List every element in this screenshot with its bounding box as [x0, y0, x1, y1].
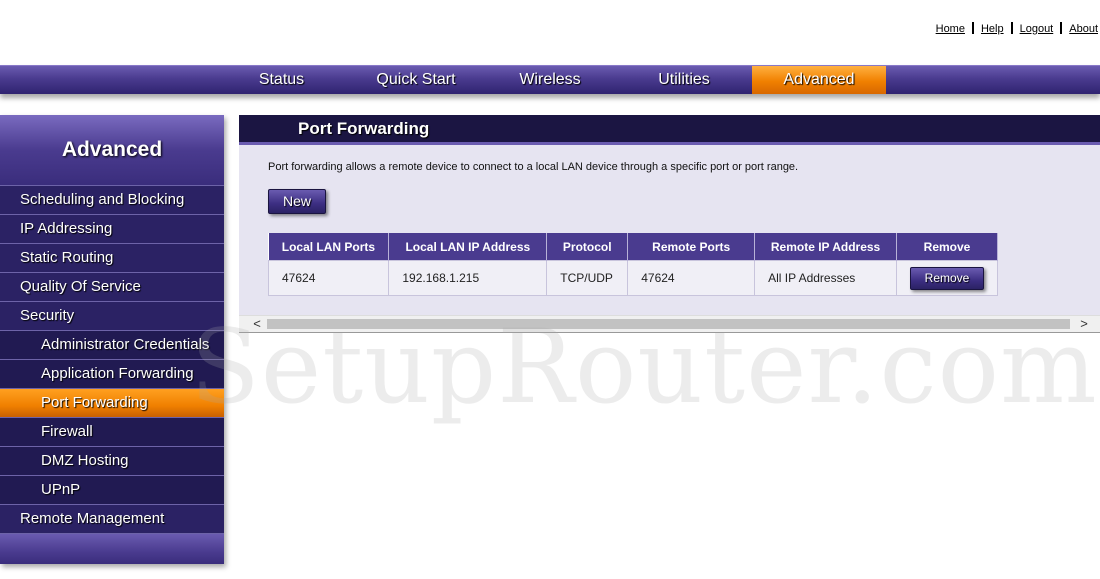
sidebar-item-static-routing[interactable]: Static Routing — [0, 243, 224, 272]
help-link[interactable]: Help — [981, 23, 1004, 35]
cell-local-lan-ip-address: 192.168.1.215 — [388, 260, 548, 296]
cell-remote-ports: 47624 — [627, 260, 756, 296]
sidebar-item-application-forwarding[interactable]: Application Forwarding — [0, 359, 224, 388]
tab-quick-start[interactable]: Quick Start — [363, 66, 469, 94]
about-link[interactable]: About — [1069, 23, 1098, 35]
column-header-protocol: Protocol — [546, 233, 629, 261]
page-title: Port Forwarding — [239, 115, 1100, 145]
table-row: 47624 192.168.1.215 TCP/UDP 47624 All IP… — [267, 260, 998, 296]
column-header-remote-ip-address: Remote IP Address — [754, 233, 897, 261]
remove-rule-button[interactable]: Remove — [910, 266, 984, 290]
cell-protocol: TCP/UDP — [546, 260, 629, 296]
logout-link[interactable]: Logout — [1020, 23, 1054, 35]
sidebar-item-quality-of-service[interactable]: Quality Of Service — [0, 272, 224, 301]
scrollbar-thumb[interactable] — [267, 319, 1070, 329]
cell-remove: Remove — [896, 260, 998, 296]
sidebar-item-administrator-credentials[interactable]: Administrator Credentials — [0, 330, 224, 359]
sidebar-title: Advanced — [0, 115, 224, 185]
sidebar-item-scheduling-and-blocking[interactable]: Scheduling and Blocking — [0, 185, 224, 214]
cell-local-lan-ports: 47624 — [267, 260, 390, 296]
sidebar-footer — [0, 533, 224, 564]
home-link[interactable]: Home — [936, 23, 965, 35]
column-header-remote-ports: Remote Ports — [627, 233, 756, 261]
horizontal-scrollbar[interactable]: < > — [239, 315, 1100, 332]
column-header-local-lan-ip-address: Local LAN IP Address — [388, 233, 548, 261]
column-header-local-lan-ports: Local LAN Ports — [268, 233, 390, 261]
scroll-left-arrow-icon[interactable]: < — [247, 316, 267, 332]
sidebar-item-security[interactable]: Security — [0, 301, 224, 330]
sidebar: Advanced Scheduling and Blocking IP Addr… — [0, 115, 224, 564]
link-separator — [1010, 22, 1013, 34]
tab-wireless[interactable]: Wireless — [505, 66, 595, 94]
main-nav: Status Quick Start Wireless Utilities Ad… — [0, 65, 1100, 94]
tab-advanced[interactable]: Advanced — [752, 66, 886, 94]
tab-status[interactable]: Status — [239, 66, 324, 94]
port-forwarding-table: Local LAN Ports Local LAN IP Address Pro… — [267, 233, 998, 296]
table-header-row: Local LAN Ports Local LAN IP Address Pro… — [268, 233, 998, 261]
tab-utilities[interactable]: Utilities — [640, 66, 728, 94]
sidebar-item-dmz-hosting[interactable]: DMZ Hosting — [0, 446, 224, 475]
sidebar-item-firewall[interactable]: Firewall — [0, 417, 224, 446]
top-links: Home Help Logout About — [936, 22, 1098, 35]
column-header-remove: Remove — [896, 233, 998, 261]
port-forwarding-panel: Port Forwarding Port forwarding allows a… — [239, 115, 1100, 333]
link-separator — [1060, 22, 1063, 34]
scroll-right-arrow-icon[interactable]: > — [1074, 316, 1094, 332]
sidebar-item-port-forwarding[interactable]: Port Forwarding — [0, 388, 224, 417]
page-description: Port forwarding allows a remote device t… — [268, 161, 799, 173]
cell-remote-ip-address: All IP Addresses — [754, 260, 897, 296]
sidebar-item-ip-addressing[interactable]: IP Addressing — [0, 214, 224, 243]
link-separator — [971, 22, 974, 34]
sidebar-item-remote-management[interactable]: Remote Management — [0, 504, 224, 533]
new-rule-button[interactable]: New — [268, 189, 326, 214]
sidebar-item-upnp[interactable]: UPnP — [0, 475, 224, 504]
